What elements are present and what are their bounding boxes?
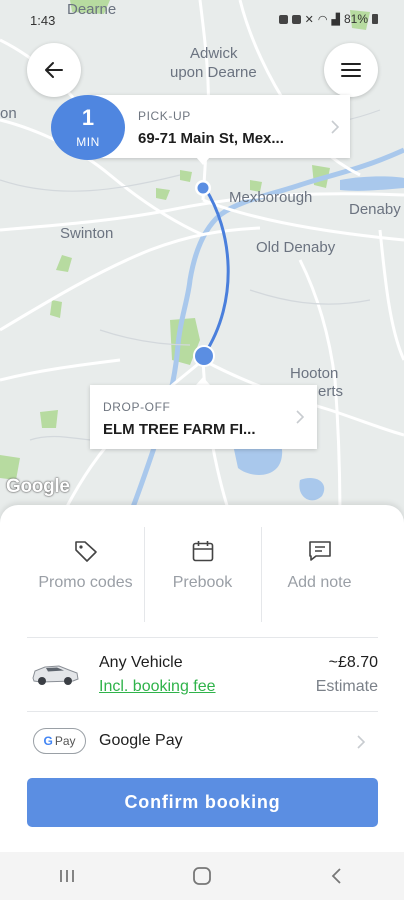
note-icon [308, 541, 331, 561]
map-place-label: Hooton [290, 365, 339, 382]
payment-method-row[interactable]: G Pay Google Pay [27, 712, 378, 768]
chevron-right-icon [357, 735, 366, 749]
google-g-logo: G [43, 734, 53, 748]
map-place-label: Adwick [190, 45, 238, 62]
add-note-button[interactable]: Add note [261, 527, 378, 622]
map-place-label: Denaby [349, 201, 401, 218]
chevron-right-icon [331, 120, 340, 134]
confirm-booking-button[interactable]: Confirm booking [27, 778, 378, 827]
status-bar: 1:43 ✕ ◠ ▟ 81% [0, 0, 404, 40]
dropoff-caption: DROP-OFF [103, 400, 171, 414]
status-time: 1:43 [30, 13, 56, 28]
price-estimate-label: Estimate [315, 678, 378, 695]
map-place-label: on [0, 105, 17, 122]
home-icon [193, 867, 211, 885]
promo-codes-label: Promo codes [38, 574, 133, 591]
map-place-label: Swinton [60, 225, 114, 242]
status-icons: ✕ ◠ ▟ 81% [278, 12, 378, 26]
battery-level: 81% [343, 12, 368, 26]
dropoff-location-card[interactable]: DROP-OFF ELM TREE FARM FI... [90, 385, 317, 449]
map-place-label: upon Dearne [170, 64, 257, 81]
pickup-location-card[interactable]: PICK-UP 69-71 Main St, Mex... [88, 95, 350, 158]
tag-icon [74, 541, 97, 562]
vehicle-name: Any Vehicle [99, 654, 183, 671]
notification-icon [278, 14, 288, 24]
mute-icon: ✕ [304, 13, 314, 26]
map-place-label: Old Denaby [256, 239, 336, 256]
google-attribution-logo: Google [6, 476, 70, 497]
pay-text: Pay [54, 734, 76, 748]
pickup-caption: PICK-UP [138, 109, 191, 123]
chevron-right-icon [296, 410, 305, 424]
google-pay-badge: G Pay [33, 728, 86, 754]
eta-value: 1 [81, 105, 95, 130]
pickup-address: 69-71 Main St, Mex... [138, 130, 284, 147]
system-back-button[interactable] [307, 856, 367, 896]
android-nav-bar [0, 852, 404, 900]
signal-icon: ▟ [331, 13, 340, 26]
prebook-label: Prebook [172, 574, 233, 591]
payment-method-label: Google Pay [99, 732, 183, 749]
booking-sheet: Promo codes Prebook Add note Any Vehicle… [0, 505, 404, 852]
back-button[interactable] [27, 43, 81, 97]
arrow-left-icon [45, 62, 63, 78]
dropoff-card-pointer [196, 377, 210, 385]
car-icon [32, 665, 79, 685]
home-button[interactable] [172, 856, 232, 896]
vehicle-price: ~£8.70 [328, 654, 378, 671]
calendar-icon [192, 541, 213, 562]
hamburger-menu-icon [341, 63, 361, 77]
wifi-icon: ◠ [317, 13, 328, 26]
eta-unit: MIN [76, 135, 100, 149]
prebook-button[interactable]: Prebook [144, 527, 261, 622]
booking-fee-link[interactable]: Incl. booking fee [99, 678, 216, 696]
app-notification-icon [291, 14, 301, 24]
map-place-label: Mexborough [229, 189, 313, 206]
add-note-label: Add note [287, 574, 352, 591]
map-place-label: erts [318, 383, 344, 400]
dropoff-address: ELM TREE FARM FI... [103, 421, 256, 438]
recent-apps-icon [60, 870, 75, 882]
pickup-eta-badge: 1 MIN [51, 95, 125, 160]
menu-button[interactable] [324, 43, 378, 97]
vehicle-option-row[interactable]: Any Vehicle Incl. booking fee ~£8.70 Est… [27, 638, 378, 710]
chevron-left-icon [331, 868, 341, 884]
pickup-card-pointer [196, 157, 210, 165]
promo-codes-button[interactable]: Promo codes [27, 527, 144, 622]
recent-apps-button[interactable] [37, 856, 97, 896]
battery-icon [372, 14, 378, 24]
